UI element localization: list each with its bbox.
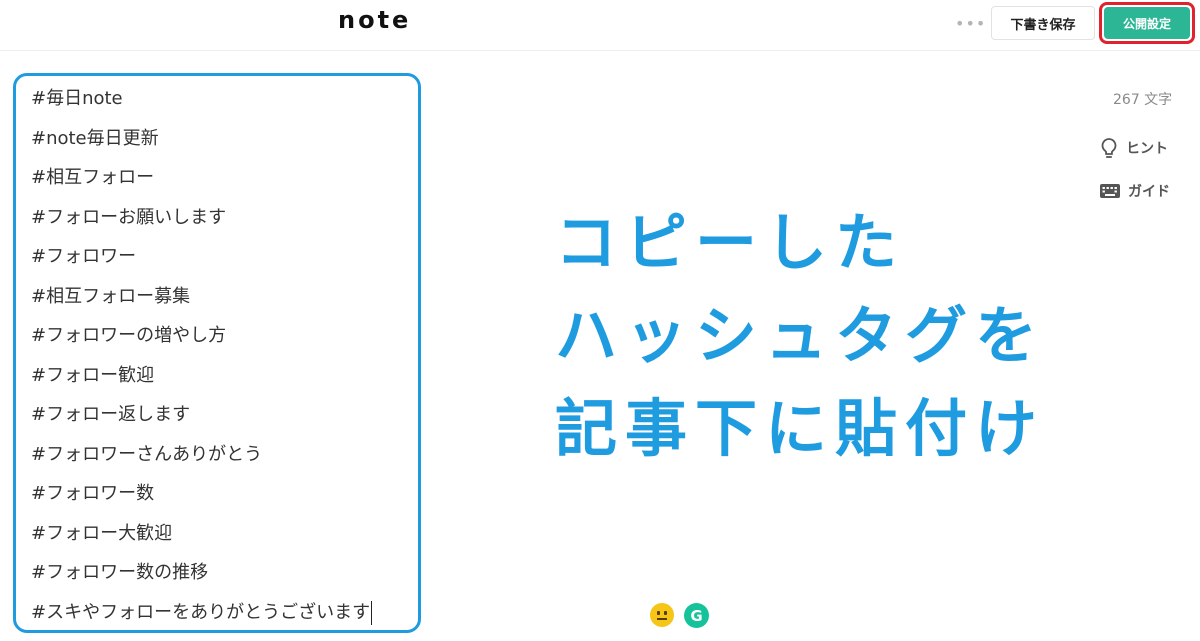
hashtag-line[interactable]: #フォロワー数	[31, 481, 372, 521]
emoji-eye	[657, 611, 660, 615]
overlay-line: コピーした	[555, 206, 906, 279]
hashtag-line[interactable]: #フォロワー数の推移	[31, 560, 372, 600]
overlay-line: 記事下に貼付け	[555, 392, 1046, 465]
lightbulb-icon	[1101, 138, 1117, 158]
hashtag-line[interactable]: #フォロー歓迎	[31, 363, 372, 403]
more-options-button[interactable]: •••	[955, 14, 985, 34]
hint-label: ヒント	[1126, 141, 1168, 157]
hashtag-line[interactable]: #フォロワー	[31, 244, 372, 284]
hashtag-line[interactable]: #フォローお願いします	[31, 205, 372, 245]
hint-button[interactable]: ヒント	[1099, 137, 1168, 159]
guide-label: ガイド	[1128, 184, 1170, 200]
hashtag-line[interactable]: #フォロー大歓迎	[31, 521, 372, 561]
emoji-mouth	[657, 618, 667, 620]
hashtag-line[interactable]: #フォロー返します	[31, 402, 372, 442]
hashtag-line-last[interactable]: #スキやフォローをありがとうございます	[31, 600, 373, 640]
overlay-line: ハッシュタグを	[555, 299, 1046, 372]
editor-header: note ••• 下書き保存 公開設定	[0, 0, 1200, 51]
neutral-face-emoji-icon[interactable]	[650, 603, 674, 627]
text-caret	[371, 600, 373, 625]
hashtag-line[interactable]: #相互フォロー募集	[31, 284, 372, 324]
instruction-overlay: コピーした ハッシュタグを 記事下に貼付け	[555, 196, 1045, 475]
keyboard-icon	[1100, 184, 1120, 198]
emoji-eye	[664, 611, 667, 615]
guide-button[interactable]: ガイド	[1099, 181, 1170, 201]
note-logo[interactable]: note	[338, 6, 411, 34]
character-count: 267 文字	[1113, 92, 1173, 108]
hashtag-line[interactable]: #相互フォロー	[31, 165, 372, 205]
hashtag-line[interactable]: #フォロワーさんありがとう	[31, 442, 372, 482]
hashtag-line[interactable]: #毎日note	[31, 86, 372, 126]
hashtag-line[interactable]: #フォロワーの増やし方	[31, 323, 372, 363]
publish-settings-button[interactable]: 公開設定	[1104, 7, 1190, 39]
hashtag-text: #スキやフォローをありがとうございます	[31, 601, 371, 623]
editor-body[interactable]: #毎日note #note毎日更新 #相互フォロー #フォローお願いします #フ…	[31, 86, 373, 640]
save-draft-button[interactable]: 下書き保存	[991, 6, 1095, 40]
hashtag-line[interactable]: #note毎日更新	[31, 126, 372, 166]
grammarly-icon[interactable]: G	[684, 603, 709, 628]
